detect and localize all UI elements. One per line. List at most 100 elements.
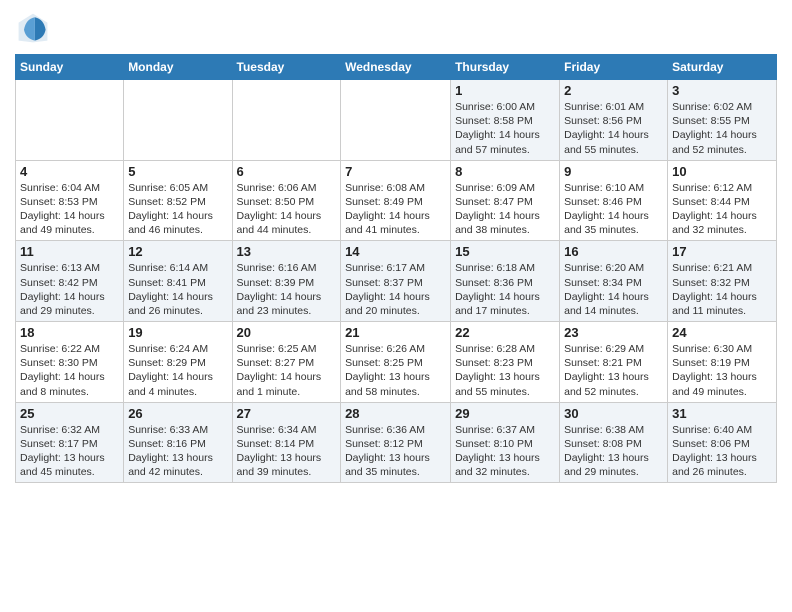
- calendar-cell: 22 Sunrise: 6:28 AM Sunset: 8:23 PM Dayli…: [451, 322, 560, 403]
- day-number: 27: [237, 406, 337, 421]
- cell-content: Sunrise: 6:13 AM Sunset: 8:42 PM Dayligh…: [20, 261, 119, 318]
- day-number: 21: [345, 325, 446, 340]
- day-number: 23: [564, 325, 663, 340]
- cell-content: Sunrise: 6:25 AM Sunset: 8:27 PM Dayligh…: [237, 342, 337, 399]
- weekday-header-row: SundayMondayTuesdayWednesdayThursdayFrid…: [16, 55, 777, 80]
- day-number: 7: [345, 164, 446, 179]
- cell-content: Sunrise: 6:26 AM Sunset: 8:25 PM Dayligh…: [345, 342, 446, 399]
- cell-content: Sunrise: 6:16 AM Sunset: 8:39 PM Dayligh…: [237, 261, 337, 318]
- cell-content: Sunrise: 6:20 AM Sunset: 8:34 PM Dayligh…: [564, 261, 663, 318]
- calendar-cell: 31 Sunrise: 6:40 AM Sunset: 8:06 PM Dayli…: [668, 402, 777, 483]
- calendar-cell: 1Sunrise: 6:00 AM Sunset: 8:58 PM Daylig…: [451, 80, 560, 161]
- cell-content: Sunrise: 6:30 AM Sunset: 8:19 PM Dayligh…: [672, 342, 772, 399]
- calendar-cell: 10 Sunrise: 6:12 AM Sunset: 8:44 PM Dayli…: [668, 160, 777, 241]
- day-number: 17: [672, 244, 772, 259]
- day-number: 5: [128, 164, 227, 179]
- calendar-cell: [124, 80, 232, 161]
- calendar-cell: 29Sunrise: 6:37 AM Sunset: 8:10 PM Dayli…: [451, 402, 560, 483]
- calendar-cell: 4 Sunrise: 6:04 AM Sunset: 8:53 PM Daylig…: [16, 160, 124, 241]
- calendar-row-1: 4 Sunrise: 6:04 AM Sunset: 8:53 PM Daylig…: [16, 160, 777, 241]
- day-number: 19: [128, 325, 227, 340]
- calendar-cell: 11 Sunrise: 6:13 AM Sunset: 8:42 PM Dayli…: [16, 241, 124, 322]
- calendar-row-3: 18 Sunrise: 6:22 AM Sunset: 8:30 PM Dayli…: [16, 322, 777, 403]
- weekday-header-thursday: Thursday: [451, 55, 560, 80]
- cell-content: Sunrise: 6:18 AM Sunset: 8:36 PM Dayligh…: [455, 261, 555, 318]
- day-number: 2: [564, 83, 663, 98]
- logo: [15, 10, 55, 46]
- calendar-cell: 5 Sunrise: 6:05 AM Sunset: 8:52 PM Daylig…: [124, 160, 232, 241]
- cell-content: Sunrise: 6:21 AM Sunset: 8:32 PM Dayligh…: [672, 261, 772, 318]
- day-number: 9: [564, 164, 663, 179]
- cell-content: Sunrise: 6:02 AM Sunset: 8:55 PM Dayligh…: [672, 100, 772, 157]
- day-number: 24: [672, 325, 772, 340]
- day-number: 30: [564, 406, 663, 421]
- calendar-cell: 21 Sunrise: 6:26 AM Sunset: 8:25 PM Dayli…: [341, 322, 451, 403]
- day-number: 22: [455, 325, 555, 340]
- cell-content: Sunrise: 6:05 AM Sunset: 8:52 PM Dayligh…: [128, 181, 227, 238]
- day-number: 1: [455, 83, 555, 98]
- day-number: 25: [20, 406, 119, 421]
- day-number: 8: [455, 164, 555, 179]
- calendar-cell: 8Sunrise: 6:09 AM Sunset: 8:47 PM Daylig…: [451, 160, 560, 241]
- cell-content: Sunrise: 6:34 AM Sunset: 8:14 PM Dayligh…: [237, 423, 337, 480]
- calendar-table: SundayMondayTuesdayWednesdayThursdayFrid…: [15, 54, 777, 483]
- logo-icon: [15, 10, 51, 46]
- day-number: 28: [345, 406, 446, 421]
- cell-content: Sunrise: 6:12 AM Sunset: 8:44 PM Dayligh…: [672, 181, 772, 238]
- cell-content: Sunrise: 6:24 AM Sunset: 8:29 PM Dayligh…: [128, 342, 227, 399]
- day-number: 26: [128, 406, 227, 421]
- calendar-cell: [16, 80, 124, 161]
- cell-content: Sunrise: 6:04 AM Sunset: 8:53 PM Dayligh…: [20, 181, 119, 238]
- cell-content: Sunrise: 6:22 AM Sunset: 8:30 PM Dayligh…: [20, 342, 119, 399]
- day-number: 14: [345, 244, 446, 259]
- calendar-cell: 2 Sunrise: 6:01 AM Sunset: 8:56 PM Daylig…: [560, 80, 668, 161]
- cell-content: Sunrise: 6:08 AM Sunset: 8:49 PM Dayligh…: [345, 181, 446, 238]
- day-number: 4: [20, 164, 119, 179]
- weekday-header-sunday: Sunday: [16, 55, 124, 80]
- calendar-cell: 6 Sunrise: 6:06 AM Sunset: 8:50 PM Daylig…: [232, 160, 341, 241]
- calendar-cell: 26 Sunrise: 6:33 AM Sunset: 8:16 PM Dayli…: [124, 402, 232, 483]
- cell-content: Sunrise: 6:01 AM Sunset: 8:56 PM Dayligh…: [564, 100, 663, 157]
- cell-content: Sunrise: 6:40 AM Sunset: 8:06 PM Dayligh…: [672, 423, 772, 480]
- calendar-cell: [232, 80, 341, 161]
- calendar-row-4: 25 Sunrise: 6:32 AM Sunset: 8:17 PM Dayli…: [16, 402, 777, 483]
- calendar-cell: 17 Sunrise: 6:21 AM Sunset: 8:32 PM Dayli…: [668, 241, 777, 322]
- cell-content: Sunrise: 6:17 AM Sunset: 8:37 PM Dayligh…: [345, 261, 446, 318]
- day-number: 29: [455, 406, 555, 421]
- calendar-cell: 9 Sunrise: 6:10 AM Sunset: 8:46 PM Daylig…: [560, 160, 668, 241]
- weekday-header-monday: Monday: [124, 55, 232, 80]
- day-number: 13: [237, 244, 337, 259]
- cell-content: Sunrise: 6:38 AM Sunset: 8:08 PM Dayligh…: [564, 423, 663, 480]
- cell-content: Sunrise: 6:28 AM Sunset: 8:23 PM Dayligh…: [455, 342, 555, 399]
- calendar-cell: 18 Sunrise: 6:22 AM Sunset: 8:30 PM Dayli…: [16, 322, 124, 403]
- cell-content: Sunrise: 6:06 AM Sunset: 8:50 PM Dayligh…: [237, 181, 337, 238]
- calendar-row-2: 11 Sunrise: 6:13 AM Sunset: 8:42 PM Dayli…: [16, 241, 777, 322]
- calendar-cell: 25 Sunrise: 6:32 AM Sunset: 8:17 PM Dayli…: [16, 402, 124, 483]
- page-header: [15, 10, 777, 46]
- day-number: 18: [20, 325, 119, 340]
- weekday-header-tuesday: Tuesday: [232, 55, 341, 80]
- calendar-cell: 13 Sunrise: 6:16 AM Sunset: 8:39 PM Dayli…: [232, 241, 341, 322]
- cell-content: Sunrise: 6:29 AM Sunset: 8:21 PM Dayligh…: [564, 342, 663, 399]
- calendar-cell: 16 Sunrise: 6:20 AM Sunset: 8:34 PM Dayli…: [560, 241, 668, 322]
- cell-content: Sunrise: 6:36 AM Sunset: 8:12 PM Dayligh…: [345, 423, 446, 480]
- calendar-cell: 30 Sunrise: 6:38 AM Sunset: 8:08 PM Dayli…: [560, 402, 668, 483]
- cell-content: Sunrise: 6:14 AM Sunset: 8:41 PM Dayligh…: [128, 261, 227, 318]
- day-number: 12: [128, 244, 227, 259]
- day-number: 31: [672, 406, 772, 421]
- weekday-header-friday: Friday: [560, 55, 668, 80]
- day-number: 10: [672, 164, 772, 179]
- calendar-cell: 14 Sunrise: 6:17 AM Sunset: 8:37 PM Dayli…: [341, 241, 451, 322]
- day-number: 11: [20, 244, 119, 259]
- calendar-cell: 15Sunrise: 6:18 AM Sunset: 8:36 PM Dayli…: [451, 241, 560, 322]
- calendar-cell: 19 Sunrise: 6:24 AM Sunset: 8:29 PM Dayli…: [124, 322, 232, 403]
- calendar-cell: 7 Sunrise: 6:08 AM Sunset: 8:49 PM Daylig…: [341, 160, 451, 241]
- calendar-cell: 3 Sunrise: 6:02 AM Sunset: 8:55 PM Daylig…: [668, 80, 777, 161]
- day-number: 3: [672, 83, 772, 98]
- calendar-cell: 20Sunrise: 6:25 AM Sunset: 8:27 PM Dayli…: [232, 322, 341, 403]
- cell-content: Sunrise: 6:32 AM Sunset: 8:17 PM Dayligh…: [20, 423, 119, 480]
- cell-content: Sunrise: 6:10 AM Sunset: 8:46 PM Dayligh…: [564, 181, 663, 238]
- cell-content: Sunrise: 6:33 AM Sunset: 8:16 PM Dayligh…: [128, 423, 227, 480]
- day-number: 16: [564, 244, 663, 259]
- day-number: 6: [237, 164, 337, 179]
